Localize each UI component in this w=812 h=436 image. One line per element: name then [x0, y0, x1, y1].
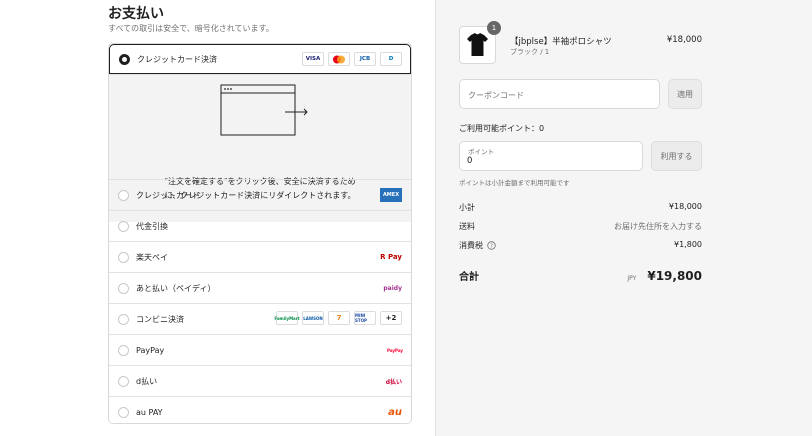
product-variant: ブラック / 1 [510, 48, 550, 56]
seven-eleven-icon: 7 [328, 311, 350, 325]
jcb-icon: JCB [354, 52, 376, 66]
method-d-barai[interactable]: d払い d払い [109, 365, 411, 396]
au-pay-icon: au [388, 406, 402, 418]
total-row: 合計 JPY ¥19,800 [459, 269, 702, 283]
d-barai-icon: d払い [385, 378, 402, 386]
paypay-icon: PayPay [387, 347, 404, 353]
radio[interactable] [118, 375, 129, 387]
method-au-pay[interactable]: au PAY au [109, 396, 411, 423]
ministop-icon: MINI STOP [354, 311, 376, 325]
order-summary-panel [435, 0, 812, 436]
radio[interactable] [118, 220, 129, 232]
total-amount: ¥19,800 [647, 269, 702, 283]
coupon-placeholder: クーポンコード [468, 91, 524, 100]
method-rakuten-pay[interactable]: 楽天ペイ R Pay [109, 241, 411, 272]
method-cod[interactable]: 代金引換 [109, 210, 411, 241]
radio[interactable] [118, 406, 129, 418]
method-credit-card[interactable]: クレジットカード AMEX [109, 179, 411, 210]
method-paypay[interactable]: PayPay PayPay [109, 334, 411, 365]
tax-row: 消費税 ? ¥1,800 [459, 240, 702, 250]
svg-text:?: ? [490, 244, 493, 250]
diners-icon: D [380, 52, 402, 66]
payment-methods: クレジットカード決済 VISA JCB D "注文を確定する"をクリック後、安全… [108, 43, 412, 424]
rakuten-pay-icon: R Pay [380, 253, 402, 261]
apply-coupon-button[interactable]: 適用 [668, 79, 702, 109]
visa-icon: VISA [302, 52, 324, 66]
amex-icon: AMEX [380, 188, 402, 202]
coupon-input[interactable]: クーポンコード [459, 79, 660, 109]
help-icon[interactable]: ? [487, 241, 496, 250]
payment-subtitle: すべての取引は安全で、暗号化されています。 [108, 24, 274, 33]
points-note: ポイントは小計金額まで利用可能です [459, 179, 570, 187]
radio[interactable] [118, 344, 129, 356]
lawson-icon: LAWSON [302, 311, 324, 325]
radio-selected[interactable] [119, 53, 130, 65]
quantity-badge: 1 [487, 21, 501, 35]
use-points-button[interactable]: 利用する [651, 141, 702, 171]
browser-redirect-icon [220, 84, 308, 136]
payment-panel: お支払い すべての取引は安全で、暗号化されています。 クレジットカード決済 VI… [0, 0, 435, 436]
points-input[interactable]: ポイント 0 [459, 141, 643, 171]
familymart-icon: FamilyMart [274, 311, 300, 325]
paidy-icon: paidy [383, 284, 402, 292]
radio[interactable] [118, 313, 129, 325]
radio[interactable] [118, 282, 129, 294]
shipping-row: 送料 お届け先住所を入力する [459, 222, 702, 231]
mastercard-icon [328, 52, 350, 66]
points-title: ご利用可能ポイント：0 [459, 124, 545, 133]
card-brand-logos: VISA JCB D [302, 52, 402, 66]
method-label: クレジットカード決済 [137, 54, 217, 64]
points-field-label: ポイント [468, 148, 494, 156]
method-convenience-store[interactable]: コンビニ決済 FamilyMart LAWSON 7 MINI STOP +2 [109, 303, 411, 334]
points-field-value: 0 [467, 156, 473, 166]
radio[interactable] [118, 189, 129, 201]
subtotal-row: 小計 ¥18,000 [459, 202, 702, 212]
radio[interactable] [118, 251, 129, 263]
payment-title: お支払い [108, 6, 164, 22]
method-paidy[interactable]: あと払い（ペイディ） paidy [109, 272, 411, 303]
method-credit-card-payment[interactable]: クレジットカード決済 VISA JCB D [109, 44, 411, 74]
more-stores-badge: +2 [380, 311, 402, 325]
product-name: 【jbplse】半袖ポロシャツ [510, 37, 612, 47]
store-logos: FamilyMart LAWSON 7 MINI STOP +2 [274, 311, 402, 325]
product-price: ¥18,000 [666, 35, 702, 45]
total-currency: JPY [627, 275, 637, 282]
